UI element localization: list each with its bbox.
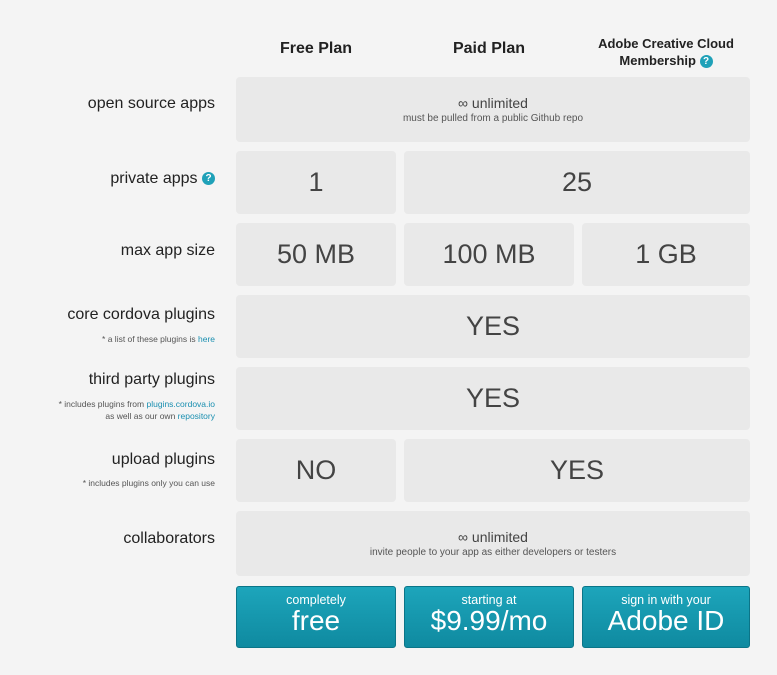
third-party-note: * includes plugins from plugins.cordova.… — [0, 398, 215, 422]
cell-upload-paid: YES — [404, 439, 750, 502]
free-button-large: free — [291, 605, 341, 636]
plugins-cordova-link[interactable]: plugins.cordova.io — [146, 399, 215, 409]
cc-button-large: Adobe ID — [607, 605, 725, 636]
cell-collaborators: ∞ unlimited invite people to your app as… — [236, 511, 750, 576]
third-party-note-prefix: * includes plugins from — [58, 399, 145, 409]
row-label-core-plugins: core cordova plugins — [67, 306, 215, 323]
cell-third-party: YES — [236, 367, 750, 430]
cell-size-paid: 100 MB — [404, 223, 574, 286]
row-label-third-party: third party plugins — [88, 371, 215, 388]
help-icon[interactable]: ? — [699, 55, 713, 69]
upload-note: * includes plugins only you can use — [82, 478, 215, 488]
size-cc-value: 1 GB — [635, 239, 697, 269]
cell-upload-free: NO — [236, 439, 396, 502]
cell-size-free: 50 MB — [236, 223, 396, 286]
core-plugins-note-text: * a list of these plugins is — [102, 334, 196, 344]
private-apps-label: private apps — [110, 170, 198, 187]
row-label-open-source: open source apps — [87, 95, 215, 112]
row-label-upload: upload plugins — [111, 451, 215, 468]
open-source-value: ∞ unlimited — [458, 95, 528, 111]
cell-private-paid: 25 — [404, 151, 750, 214]
cell-open-source: ∞ unlimited must be pulled from a public… — [236, 77, 750, 142]
cell-size-cc: 1 GB — [582, 223, 750, 286]
size-free-value: 50 MB — [276, 239, 356, 269]
column-header-paid: Paid Plan — [452, 40, 526, 57]
private-paid-value: 25 — [561, 167, 593, 197]
upload-paid-value: YES — [549, 455, 605, 485]
cell-core-plugins: YES — [236, 295, 750, 358]
column-header-cc: Adobe Creative Cloud Membership ? — [582, 35, 750, 69]
third-party-value: YES — [465, 383, 521, 413]
help-icon[interactable]: ? — [202, 172, 215, 186]
adobe-id-button[interactable]: sign in with your Adobe ID — [582, 586, 750, 648]
repository-link[interactable]: repository — [178, 411, 215, 421]
open-source-sub: must be pulled from a public Github repo — [402, 113, 584, 124]
free-plan-button[interactable]: completely free — [236, 586, 396, 648]
row-label-private-apps: private apps ? — [0, 170, 215, 188]
paid-button-large: $9.99/mo — [430, 605, 548, 636]
upload-free-value: NO — [295, 455, 337, 485]
row-label-collaborators: collaborators — [123, 530, 215, 547]
private-free-value: 1 — [308, 167, 324, 197]
core-plugins-note: * a list of these plugins is here — [0, 333, 215, 345]
core-plugins-value: YES — [465, 311, 521, 341]
third-party-note-mid: as well as our own — [105, 411, 176, 421]
collaborators-value: ∞ unlimited — [458, 529, 528, 545]
row-label-max-size: max app size — [120, 242, 215, 259]
column-header-cc-label: Adobe Creative Cloud Membership — [598, 36, 734, 68]
here-link[interactable]: here — [198, 334, 215, 344]
cell-private-free: 1 — [236, 151, 396, 214]
paid-plan-button[interactable]: starting at $9.99/mo — [404, 586, 574, 648]
size-paid-value: 100 MB — [442, 239, 536, 269]
collaborators-sub: invite people to your app as either deve… — [369, 547, 617, 558]
column-header-free: Free Plan — [279, 40, 353, 57]
